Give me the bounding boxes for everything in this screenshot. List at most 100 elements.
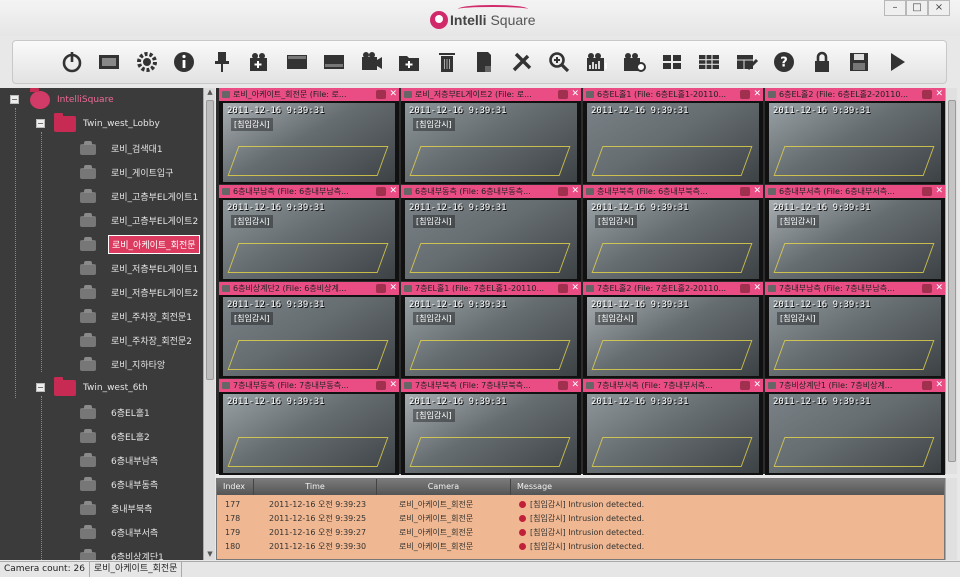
tree-camera-item[interactable]: 로비_주차장_회전문1 [80,306,195,326]
edit-layout-button[interactable] [728,47,766,77]
alarm-icon[interactable] [922,381,932,390]
tile-close-icon[interactable]: ✕ [753,185,761,198]
tile-close-icon[interactable]: ✕ [571,379,579,392]
video-tile[interactable]: 7층내부서측 (File: 7층내부서측... ✕ 2011-12-16 9:39:… [583,379,763,475]
tile-close-icon[interactable]: ✕ [571,88,579,101]
tile-close-icon[interactable]: ✕ [935,282,943,295]
tile-close-icon[interactable]: ✕ [389,379,397,392]
delete-button[interactable] [428,47,466,77]
col-camera[interactable]: Camera [377,479,511,495]
tile-close-icon[interactable]: ✕ [753,282,761,295]
tree-camera-item[interactable]: 6층내부동측 [80,474,161,494]
layout-bottom-button[interactable] [316,47,354,77]
alarm-icon[interactable] [376,90,386,99]
alarm-icon[interactable] [558,90,568,99]
alarm-icon[interactable] [740,381,750,390]
video-play-button[interactable] [353,47,391,77]
grid-2x2-button[interactable] [653,47,691,77]
grid-scrollbar-thumb[interactable] [948,100,956,462]
info-button[interactable] [166,47,204,77]
alarm-icon[interactable] [922,284,932,293]
log-scrollbar[interactable] [945,478,957,560]
video-tile[interactable]: 6층EL홀1 (File: 6층EL홀1-20110... ✕ 2011-12-16… [583,88,763,184]
alarm-icon[interactable] [376,284,386,293]
collapse-group-icon[interactable]: − [36,383,45,392]
play-button[interactable] [878,47,916,77]
tree-camera-item[interactable]: 6층EL홀1 [80,402,153,422]
tile-close-icon[interactable]: ✕ [753,88,761,101]
zoom-button[interactable] [541,47,579,77]
video-tile[interactable]: 로비_저층부EL게이트2 (File: 로... ✕ 2011-12-16 9:39… [401,88,581,184]
log-row[interactable]: 180 2011-12-16 오전 9:39:30 로비_아케이트_회전문 [침입감시… [217,540,946,554]
video-tile[interactable]: 7층내부북측 (File: 7층내부북측... ✕ 2011-12-16 9:39:… [401,379,581,475]
col-index[interactable]: Index [217,479,254,495]
tree-camera-item[interactable]: 로비_게이트입구 [80,162,176,182]
maximize-button[interactable]: □ [906,0,928,16]
video-tile[interactable]: 6층내부동측 (File: 6층내부동측... ✕ 2011-12-16 9:39:… [401,185,581,281]
alarm-icon[interactable] [740,284,750,293]
monitor-button[interactable] [91,47,129,77]
tile-close-icon[interactable]: ✕ [753,379,761,392]
power-button[interactable] [53,47,91,77]
settings-button[interactable] [128,47,166,77]
add-folder-button[interactable] [391,47,429,77]
scroll-up-icon[interactable]: ▲ [204,88,216,98]
alarm-icon[interactable] [740,90,750,99]
col-time[interactable]: Time [254,479,377,495]
tile-close-icon[interactable]: ✕ [571,185,579,198]
tile-close-icon[interactable]: ✕ [389,282,397,295]
tree-camera-item[interactable]: 로비_주차장_회전문2 [80,330,195,350]
log-row[interactable]: 178 2011-12-16 오전 9:39:25 로비_아케이트_회전문 [침입감시… [217,512,946,526]
tree-camera-item[interactable]: 6층EL홀2 [80,426,153,446]
video-tile[interactable]: 6층비상계단2 (File: 6층비상계... ✕ 2011-12-16 9:39:… [219,282,399,378]
tools-button[interactable] [503,47,541,77]
video-tile[interactable]: 7층EL홀2 (File: 7층EL홀2-20110... ✕ 2011-12-16… [583,282,763,378]
layout-full-button[interactable] [278,47,316,77]
video-tile[interactable]: 로비_아케이트_회전문 (File: 로... ✕ 2011-12-16 9:39:… [219,88,399,184]
video-tile[interactable]: 7층내부남측 (File: 7층내부남측... ✕ 2011-12-16 9:39:… [765,282,945,378]
tree-root[interactable]: IntelliSquare [30,88,117,110]
tree-group[interactable]: Twin_west_Lobby [54,113,163,134]
tree-camera-item[interactable]: 로비_고층부EL게이트1 [80,186,201,206]
col-message[interactable]: Message [511,479,946,495]
alarm-icon[interactable] [922,90,932,99]
tree-camera-item[interactable]: 로비_검색대1 [80,138,166,158]
pin-button[interactable] [203,47,241,77]
close-button[interactable]: × [928,0,950,16]
tree-camera-item[interactable]: 6층비상계단1 [80,546,167,560]
tile-close-icon[interactable]: ✕ [935,185,943,198]
add-camera-button[interactable] [241,47,279,77]
tree-camera-item[interactable]: 6층내부남측 [80,450,161,470]
video-tile[interactable]: 층내부북측 (File: 6층내부북측... ✕ 2011-12-16 9:39:3… [583,185,763,281]
video-tile[interactable]: 6층EL홀2 (File: 6층EL홀2-20110... ✕ 2011-12-16… [765,88,945,184]
video-tile[interactable]: 7층비상계단1 (File: 7층비상계... ✕ 2011-12-16 9:39:… [765,379,945,475]
tree-camera-item[interactable]: 로비_아케이트_회전문 [80,234,200,254]
alarm-icon[interactable] [376,187,386,196]
grid-scrollbar[interactable] [945,88,957,474]
log-row[interactable]: 179 2011-12-16 오전 9:39:27 로비_아케이트_회전문 [침입감시… [217,526,946,540]
minimize-button[interactable]: – [884,0,906,16]
bookmark-button[interactable] [466,47,504,77]
grid-3x3-button[interactable] [691,47,729,77]
tree-camera-item[interactable]: 로비_고층부EL게이트2 [80,210,201,230]
video-tile[interactable]: 6층내부서측 (File: 6층내부서측... ✕ 2011-12-16 9:39:… [765,185,945,281]
save-button[interactable] [841,47,879,77]
tree-camera-item[interactable]: 로비_저층부EL게이트2 [80,282,201,302]
tree-camera-item[interactable]: 6층내부서측 [80,522,161,542]
video-tile[interactable]: 6층내부남측 (File: 6층내부남측... ✕ 2011-12-16 9:39:… [219,185,399,281]
tree-group[interactable]: Twin_west_6th [54,377,151,398]
alarm-icon[interactable] [740,187,750,196]
alarm-icon[interactable] [376,381,386,390]
tile-close-icon[interactable]: ✕ [935,379,943,392]
help-button[interactable]: ? [766,47,804,77]
tree-scrollbar-thumb[interactable] [206,100,214,380]
log-row[interactable]: 177 2011-12-16 오전 9:39:23 로비_아케이트_회전문 [침입감시… [217,498,946,512]
tile-close-icon[interactable]: ✕ [571,282,579,295]
alarm-icon[interactable] [922,187,932,196]
video-tile[interactable]: 7층내부동측 (File: 7층내부동측... ✕ 2011-12-16 9:39:… [219,379,399,475]
tree-camera-item[interactable]: 로비_저층부EL게이트1 [80,258,201,278]
tree-scrollbar[interactable]: ▲ ▼ [203,88,215,560]
scroll-down-icon[interactable]: ▼ [204,550,216,560]
tile-close-icon[interactable]: ✕ [935,88,943,101]
tile-close-icon[interactable]: ✕ [389,88,397,101]
